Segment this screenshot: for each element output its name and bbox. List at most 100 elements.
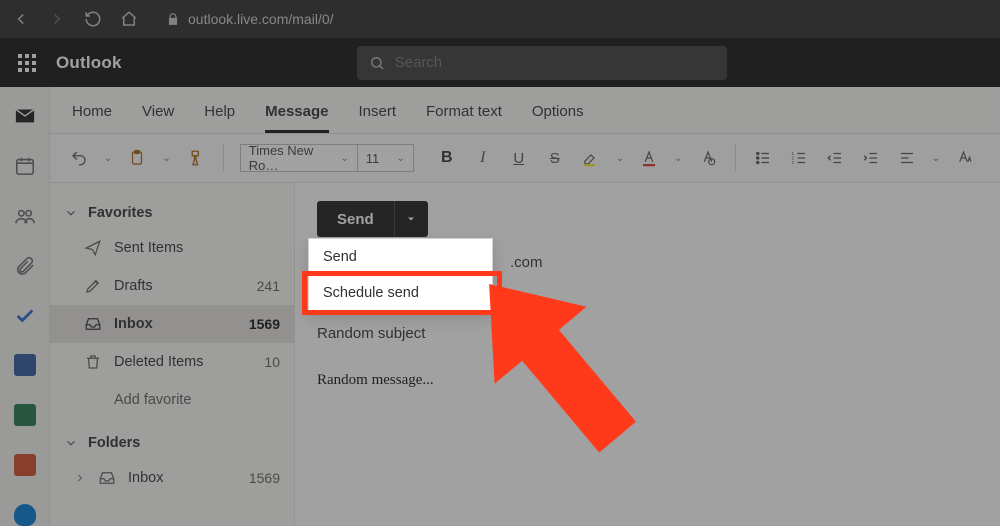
font-color-chevron-icon[interactable]: ⌄ xyxy=(674,153,682,164)
trash-icon xyxy=(84,353,102,371)
folder-label: Drafts xyxy=(114,278,245,294)
bullets-button[interactable] xyxy=(752,147,774,169)
search-box[interactable] xyxy=(357,46,727,80)
tab-format-text[interactable]: Format text xyxy=(426,97,502,133)
browser-toolbar: outlook.live.com/mail/0/ xyxy=(0,0,1000,38)
font-color-button[interactable] xyxy=(638,147,660,169)
underline-button[interactable]: U xyxy=(508,147,530,169)
folder-label: Inbox xyxy=(128,470,237,486)
send-split-button: Send xyxy=(317,201,428,237)
search-input[interactable] xyxy=(395,54,715,71)
ribbon-commands: ⌄ ⌄ Times New Ro…⌄ 11⌄ B I U S ⌄ ⌄ xyxy=(50,133,1000,183)
styles-button[interactable] xyxy=(954,147,976,169)
highlight-button[interactable] xyxy=(580,147,602,169)
people-icon[interactable] xyxy=(14,205,36,227)
outdent-button[interactable] xyxy=(824,147,846,169)
font-name-select[interactable]: Times New Ro…⌄ xyxy=(240,144,358,172)
chevron-down-icon xyxy=(64,206,78,220)
home-icon[interactable] xyxy=(120,10,138,28)
folder-count: 1569 xyxy=(249,470,280,486)
folder-count: 10 xyxy=(264,354,280,370)
folder-drafts[interactable]: Drafts 241 xyxy=(50,267,294,305)
tab-view[interactable]: View xyxy=(142,97,174,133)
inbox-icon xyxy=(84,315,102,333)
search-icon xyxy=(369,55,385,71)
folder-label: Inbox xyxy=(114,316,237,332)
font-name-value: Times New Ro… xyxy=(249,143,341,173)
align-button[interactable] xyxy=(896,147,918,169)
send-button[interactable]: Send xyxy=(317,211,394,228)
subject-field[interactable]: Random subject xyxy=(317,325,978,342)
content-body: Favorites Sent Items Drafts 241 Inbox 15… xyxy=(50,183,1000,526)
brand-label: Outlook xyxy=(56,53,122,73)
suite-header: Outlook xyxy=(0,38,1000,87)
paste-chevron-icon[interactable]: ⌄ xyxy=(162,153,170,164)
mail-icon[interactable] xyxy=(14,105,36,127)
undo-button[interactable] xyxy=(68,147,90,169)
align-chevron-icon[interactable]: ⌄ xyxy=(932,153,940,164)
chevron-down-icon: ⌄ xyxy=(396,153,404,164)
tab-insert[interactable]: Insert xyxy=(359,97,397,133)
chevron-down-icon xyxy=(64,436,78,450)
drafts-icon xyxy=(84,277,102,295)
separator xyxy=(735,144,736,172)
chevron-down-icon xyxy=(405,213,417,225)
todo-icon[interactable] xyxy=(14,305,36,327)
separator xyxy=(223,144,224,172)
clear-format-button[interactable] xyxy=(697,147,719,169)
folders-header[interactable]: Folders xyxy=(50,427,294,459)
format-painter-button[interactable] xyxy=(185,147,207,169)
excel-icon[interactable] xyxy=(14,404,36,426)
inbox-icon xyxy=(98,469,116,487)
strikethrough-button[interactable]: S xyxy=(544,147,566,169)
undo-chevron-icon[interactable]: ⌄ xyxy=(104,153,112,164)
numbering-button[interactable]: 123 xyxy=(788,147,810,169)
powerpoint-icon[interactable] xyxy=(14,454,36,476)
tab-options[interactable]: Options xyxy=(532,97,584,133)
font-size-value: 11 xyxy=(366,151,380,166)
sent-icon xyxy=(84,239,102,257)
folders-label: Folders xyxy=(88,435,140,451)
address-bar[interactable]: outlook.live.com/mail/0/ xyxy=(166,11,334,27)
main-area: Home View Help Message Insert Format tex… xyxy=(50,87,1000,526)
font-size-select[interactable]: 11 ⌄ xyxy=(358,144,414,172)
add-favorite-link[interactable]: Add favorite xyxy=(50,381,294,419)
folder-label: Deleted Items xyxy=(114,354,252,370)
reload-icon[interactable] xyxy=(84,10,102,28)
highlight-chevron-icon[interactable]: ⌄ xyxy=(616,153,624,164)
attach-icon[interactable] xyxy=(14,255,36,277)
tab-home[interactable]: Home xyxy=(72,97,112,133)
svg-text:3: 3 xyxy=(791,160,794,165)
folder-count: 1569 xyxy=(249,316,280,332)
message-body[interactable]: Random message... xyxy=(317,372,978,389)
send-menu-schedule-send[interactable]: Schedule send xyxy=(309,275,492,311)
folder-inbox[interactable]: Inbox 1569 xyxy=(50,305,294,343)
back-icon[interactable] xyxy=(12,10,30,28)
favorites-header[interactable]: Favorites xyxy=(50,197,294,229)
tab-message[interactable]: Message xyxy=(265,97,328,133)
send-menu-send[interactable]: Send xyxy=(309,239,492,275)
send-split-chevron[interactable] xyxy=(394,201,428,237)
lock-icon xyxy=(166,12,180,26)
calendar-icon[interactable] xyxy=(14,155,36,177)
folder-sent-items[interactable]: Sent Items xyxy=(50,229,294,267)
folder-deleted-items[interactable]: Deleted Items 10 xyxy=(50,343,294,381)
chevron-down-icon: ⌄ xyxy=(340,153,348,164)
chevron-right-icon[interactable] xyxy=(74,472,86,484)
forward-icon[interactable] xyxy=(48,10,66,28)
tab-help[interactable]: Help xyxy=(204,97,235,133)
paste-button[interactable] xyxy=(126,147,148,169)
left-rail xyxy=(0,87,50,526)
italic-button[interactable]: I xyxy=(472,147,494,169)
app-launcher-icon[interactable] xyxy=(18,54,36,72)
bold-button[interactable]: B xyxy=(436,147,458,169)
indent-button[interactable] xyxy=(860,147,882,169)
app-body: Home View Help Message Insert Format tex… xyxy=(0,87,1000,526)
folder-count: 241 xyxy=(257,278,280,294)
favorites-label: Favorites xyxy=(88,205,152,221)
ribbon-tabs: Home View Help Message Insert Format tex… xyxy=(50,87,1000,133)
folder-label: Sent Items xyxy=(114,240,268,256)
word-icon[interactable] xyxy=(14,354,36,376)
folder-inbox-sub[interactable]: Inbox 1569 xyxy=(50,459,294,497)
onedrive-icon[interactable] xyxy=(14,504,36,526)
